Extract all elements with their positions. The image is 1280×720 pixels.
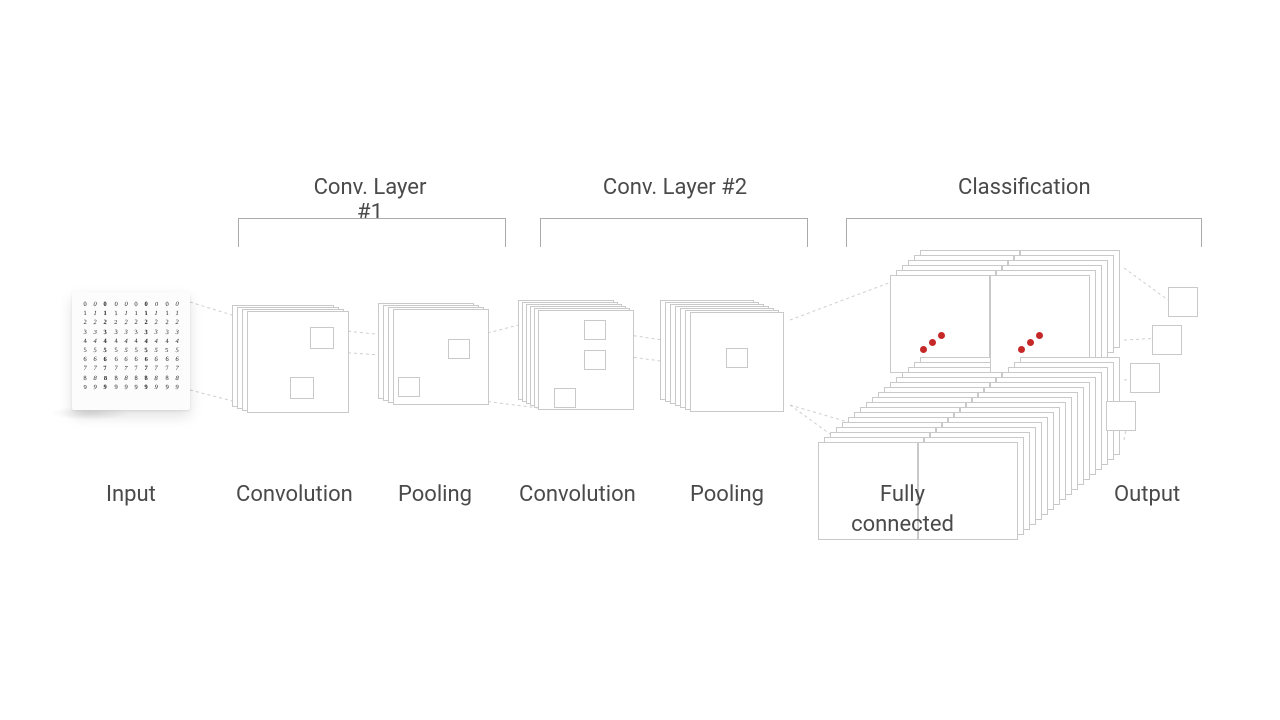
label-pooling-1: Pooling: [398, 480, 472, 510]
header-conv2: Conv. Layer #2: [600, 175, 750, 200]
accent-dot: [938, 332, 945, 339]
bracket-conv2: [540, 218, 808, 247]
bracket-conv1: [238, 218, 506, 247]
input-image-card: 0000000000111111111122222222223333333333…: [72, 292, 190, 410]
label-convolution-1: Convolution: [236, 480, 353, 510]
accent-dot: [1036, 332, 1043, 339]
accent-dot: [1027, 339, 1034, 346]
bracket-classification: [846, 218, 1202, 247]
accent-dot: [920, 346, 927, 353]
label-pooling-2: Pooling: [690, 480, 764, 510]
accent-dot: [1018, 346, 1025, 353]
label-fully-connected: Fully connected: [850, 480, 955, 539]
label-output: Output: [1114, 480, 1180, 510]
label-input: Input: [106, 480, 156, 510]
header-classification: Classification: [958, 175, 1088, 200]
digits-grid: 0000000000111111111122222222223333333333…: [80, 300, 182, 392]
label-convolution-2: Convolution: [519, 480, 636, 510]
cnn-diagram: Conv. Layer #1 Conv. Layer #2 Classifica…: [0, 0, 1280, 720]
accent-dot: [929, 339, 936, 346]
